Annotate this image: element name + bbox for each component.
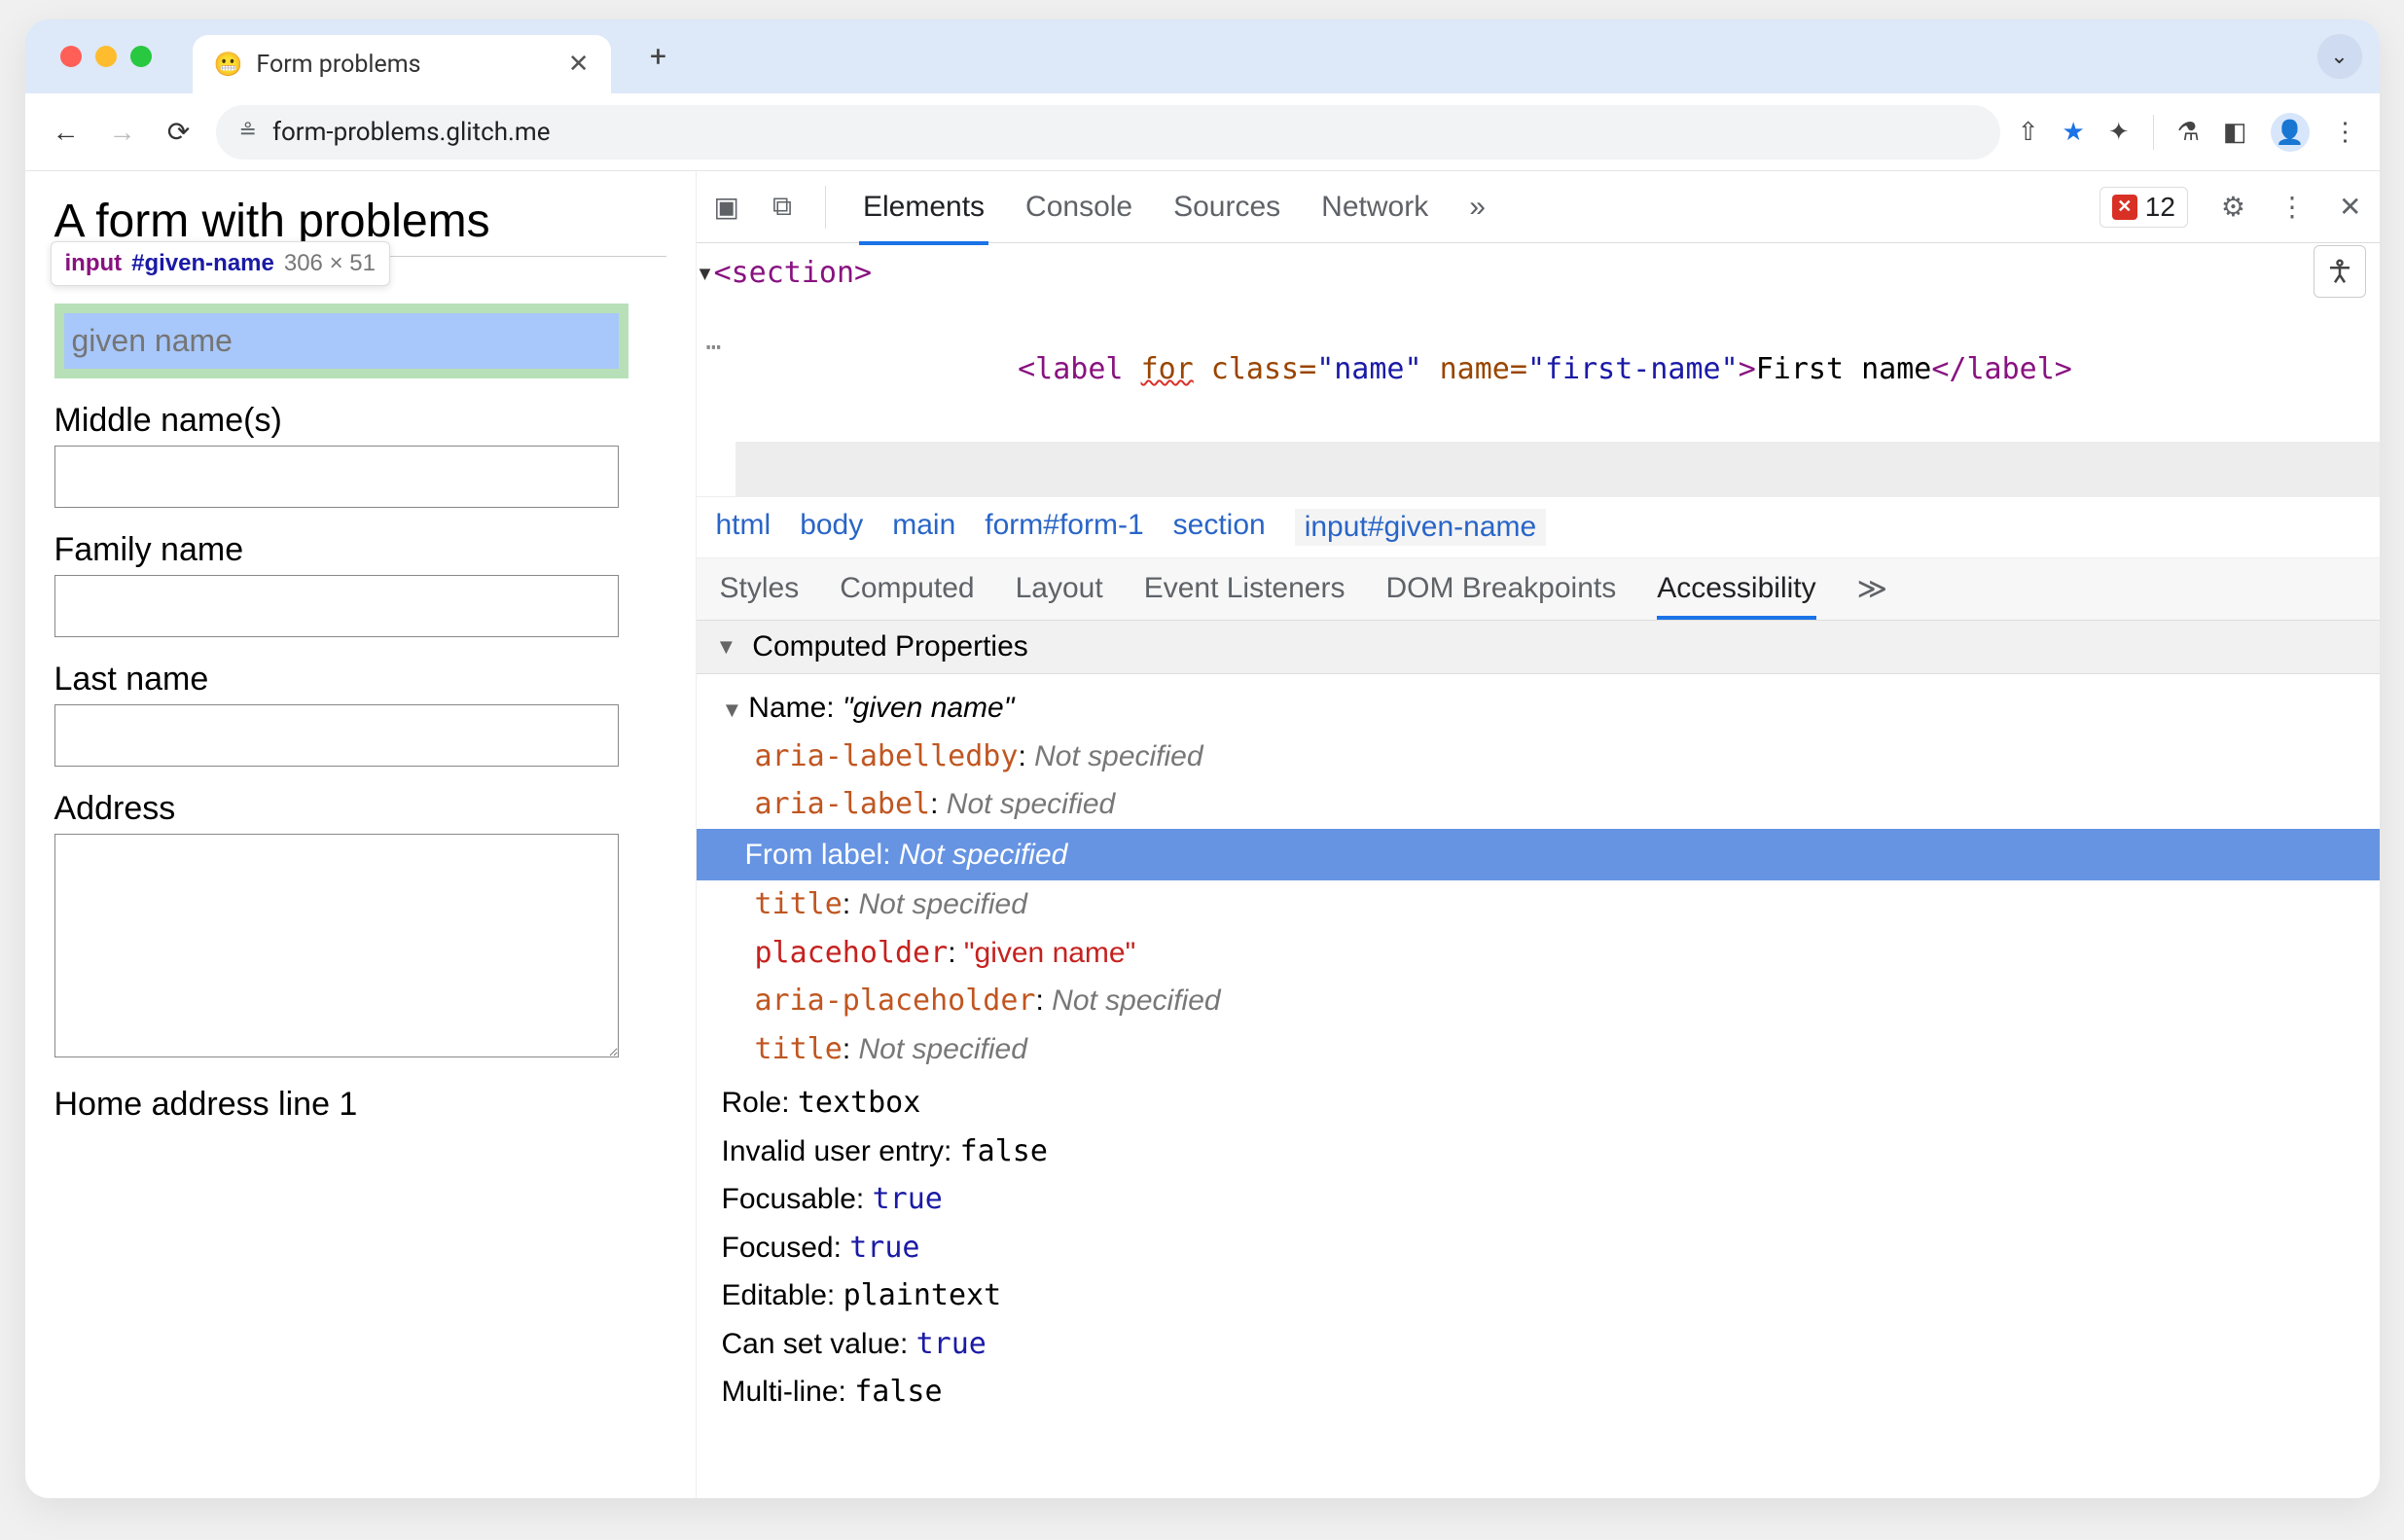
computed-properties-header[interactable]: ▼ Computed Properties xyxy=(697,621,2380,674)
window-maximize[interactable] xyxy=(130,46,152,67)
extensions-icon[interactable]: ✦ xyxy=(2108,118,2130,147)
disclosure-triangle-icon[interactable]: ▼ xyxy=(716,634,737,660)
subtab-accessibility[interactable]: Accessibility xyxy=(1657,572,1815,620)
home-address-1-label: Home address line 1 xyxy=(54,1086,666,1124)
tab-elements[interactable]: Elements xyxy=(859,173,988,245)
subtab-more[interactable]: ≫ xyxy=(1857,572,1887,606)
middle-name-field[interactable] xyxy=(54,446,619,508)
tabs-menu-button[interactable]: ⌄ xyxy=(2317,34,2362,79)
tooltip-dims: 306 × 51 xyxy=(284,250,376,277)
bc-form[interactable]: form#form-1 xyxy=(985,509,1143,546)
devtools-close-icon[interactable]: ✕ xyxy=(2339,191,2361,223)
name-label: Name: xyxy=(748,692,843,724)
toolbar: ← → ⟳ ≗ form-problems.glitch.me ⇧ ★ ✦ ⚗ … xyxy=(25,93,2380,171)
labs-icon[interactable]: ⚗ xyxy=(2177,118,2200,147)
browser-window: 😬 Form problems ✕ + ⌄ ← → ⟳ ≗ form-probl… xyxy=(25,19,2380,1498)
devtools-sep xyxy=(825,186,826,229)
rendered-page: A form with problems input#given-name 30… xyxy=(25,171,697,1498)
bc-input[interactable]: input#given-name xyxy=(1295,509,1547,546)
subtab-styles[interactable]: Styles xyxy=(720,572,800,606)
device-toggle-icon[interactable]: ⧉ xyxy=(772,191,792,223)
tooltip-tag: input xyxy=(65,250,123,277)
toolbar-right: ⇧ ★ ✦ ⚗ ◧ 👤 ⋮ xyxy=(2018,113,2358,152)
tab-network[interactable]: Network xyxy=(1317,173,1432,241)
forward-button[interactable]: → xyxy=(103,113,142,152)
name-value: "given name" xyxy=(843,692,1014,724)
accessibility-panel: ▼Name: "given name" aria-labelledby: Not… xyxy=(697,674,2380,1436)
omnibox[interactable]: ≗ form-problems.glitch.me xyxy=(216,105,2000,160)
devtools-tabbar: ▣ ⧉ Elements Console Sources Network » ✕… xyxy=(697,171,2380,243)
side-panel-icon[interactable]: ◧ xyxy=(2223,118,2247,147)
devtools-settings-icon[interactable]: ⚙ xyxy=(2221,191,2245,223)
subtab-event-listeners[interactable]: Event Listeners xyxy=(1144,572,1346,606)
tab-title: Form problems xyxy=(256,51,420,79)
given-name-field[interactable] xyxy=(64,313,619,369)
subtab-layout[interactable]: Layout xyxy=(1016,572,1103,606)
reload-button[interactable]: ⟳ xyxy=(160,113,198,152)
elements-tree[interactable]: ⋯ ▾<section> <label for class="name" nam… xyxy=(697,243,2380,496)
toolbar-divider xyxy=(2153,115,2154,150)
error-badge[interactable]: ✕ 12 xyxy=(2099,187,2188,228)
tab-sources[interactable]: Sources xyxy=(1169,173,1284,241)
disclosure-triangle-icon[interactable]: ▼ xyxy=(722,693,743,728)
tab-close-icon[interactable]: ✕ xyxy=(568,50,590,79)
last-name-label: Last name xyxy=(54,661,666,698)
bookmark-icon[interactable]: ★ xyxy=(2063,118,2085,147)
collapsed-ellipsis-icon[interactable]: ⋯ xyxy=(706,327,722,369)
family-name-field[interactable] xyxy=(54,575,619,637)
subtab-dom-breakpoints[interactable]: DOM Breakpoints xyxy=(1385,572,1616,606)
share-icon[interactable]: ⇧ xyxy=(2018,118,2039,147)
middle-name-label: Middle name(s) xyxy=(54,402,666,440)
tab-favicon: 😬 xyxy=(214,51,243,78)
subtab-computed[interactable]: Computed xyxy=(840,572,974,606)
inspect-icon[interactable]: ▣ xyxy=(714,191,739,223)
last-name-field[interactable] xyxy=(54,704,619,767)
tab-more[interactable]: » xyxy=(1465,173,1489,241)
devtools-kebab-icon[interactable]: ⋮ xyxy=(2278,191,2306,223)
address-field[interactable] xyxy=(54,834,619,1057)
from-label-row[interactable]: From label: Not specified xyxy=(697,829,2380,881)
highlighted-input-wrap xyxy=(54,304,628,378)
browser-menu-icon[interactable]: ⋮ xyxy=(2333,118,2358,147)
bc-main[interactable]: main xyxy=(892,509,955,546)
traffic-lights xyxy=(60,46,152,67)
family-name-label: Family name xyxy=(54,531,666,569)
error-count: 12 xyxy=(2145,192,2175,223)
new-tab-button[interactable]: + xyxy=(636,34,681,79)
site-settings-icon[interactable]: ≗ xyxy=(239,120,257,144)
window-minimize[interactable] xyxy=(95,46,117,67)
bc-html[interactable]: html xyxy=(716,509,771,546)
error-icon: ✕ xyxy=(2112,195,2137,220)
bc-section[interactable]: section xyxy=(1173,509,1266,546)
browser-tab[interactable]: 😬 Form problems ✕ xyxy=(193,35,611,93)
inspect-tooltip: input #given-name 306 × 51 xyxy=(51,241,390,286)
window-close[interactable] xyxy=(60,46,82,67)
selected-element-row[interactable]: <input id="given-name" name="given-name"… xyxy=(736,442,2380,496)
tab-console[interactable]: Console xyxy=(1022,173,1136,241)
profile-avatar[interactable]: 👤 xyxy=(2271,113,2310,152)
address-label: Address xyxy=(54,790,666,828)
tooltip-id: #given-name xyxy=(131,250,274,277)
elements-breadcrumbs[interactable]: html body main form#form-1 section input… xyxy=(697,496,2380,558)
titlebar: 😬 Form problems ✕ + ⌄ xyxy=(25,19,2380,93)
content-split: A form with problems input#given-name 30… xyxy=(25,171,2380,1498)
devtools: ▣ ⧉ Elements Console Sources Network » ✕… xyxy=(697,171,2380,1498)
bc-body[interactable]: body xyxy=(800,509,863,546)
back-button[interactable]: ← xyxy=(47,113,86,152)
elements-subtabs: Styles Computed Layout Event Listeners D… xyxy=(697,558,2380,621)
url-text: form-problems.glitch.me xyxy=(272,118,551,147)
